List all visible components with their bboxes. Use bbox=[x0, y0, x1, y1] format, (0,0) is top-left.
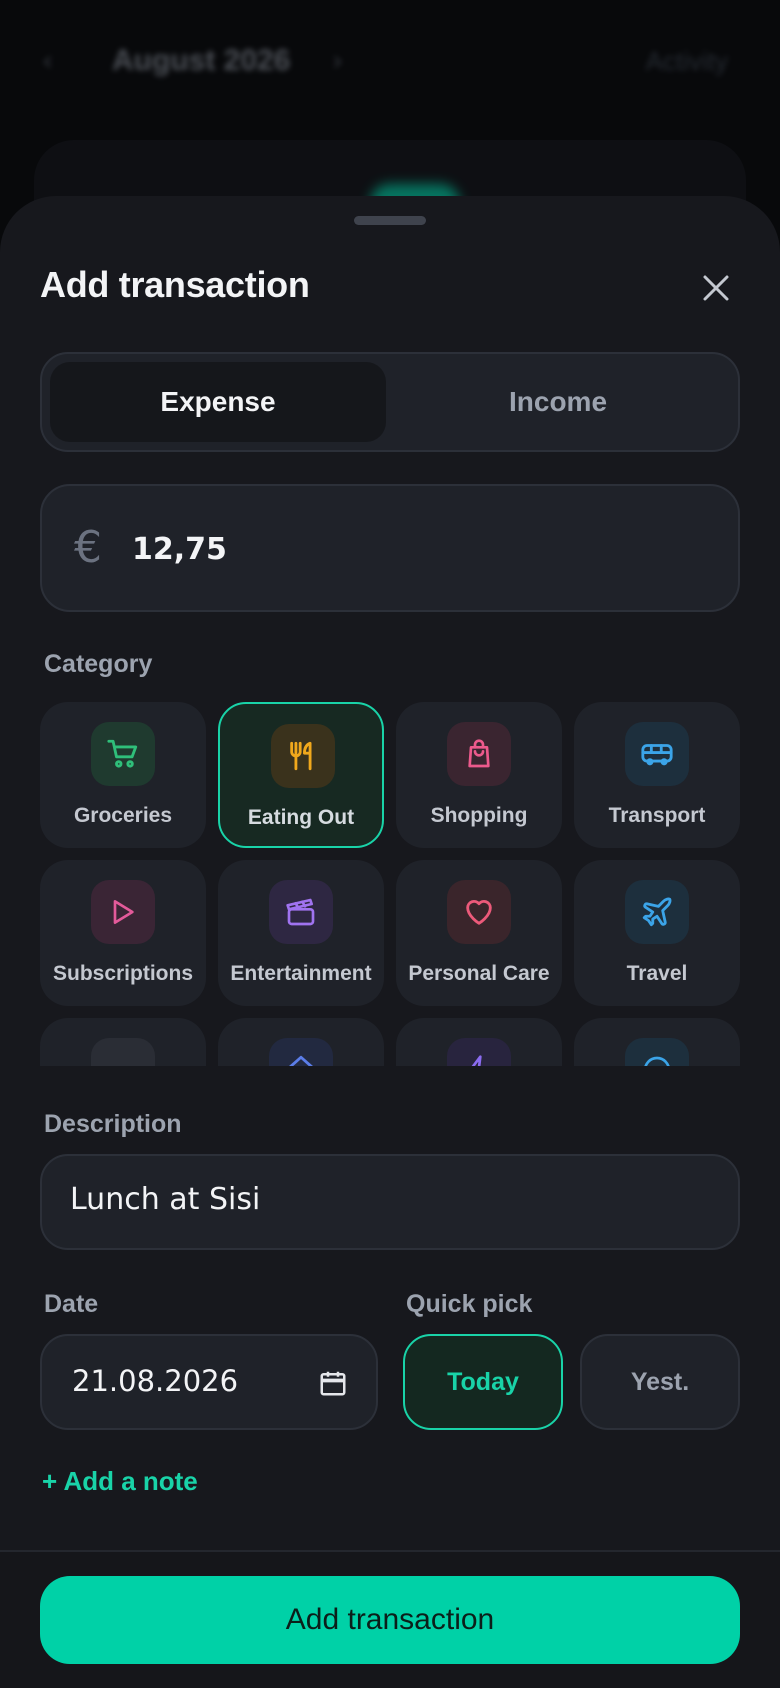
category-subscriptions[interactable]: Subscriptions bbox=[40, 860, 206, 1006]
next-month-icon: › bbox=[332, 44, 344, 77]
expense-tab[interactable]: Expense bbox=[50, 362, 386, 442]
category-travel[interactable]: Travel bbox=[574, 860, 740, 1006]
quick-pick-today-button[interactable]: Today bbox=[403, 1334, 563, 1430]
cart-icon bbox=[91, 722, 155, 786]
category-label: Category bbox=[44, 650, 153, 678]
add-note-link[interactable]: + Add a note bbox=[42, 1466, 198, 1497]
calendar-icon[interactable] bbox=[318, 1368, 348, 1398]
close-icon bbox=[703, 275, 729, 301]
background-header: ‹ August 2026 › Activity bbox=[0, 0, 780, 130]
currency-symbol: € bbox=[74, 522, 102, 573]
category-more-4[interactable] bbox=[574, 1018, 740, 1066]
income-tab[interactable]: Income bbox=[390, 362, 726, 442]
quick-pick-label: Quick pick bbox=[406, 1290, 533, 1318]
play-icon bbox=[91, 880, 155, 944]
category-label-text: Subscriptions bbox=[52, 962, 194, 985]
category-transport[interactable]: Transport bbox=[574, 702, 740, 848]
heart-icon bbox=[447, 880, 511, 944]
category-label-text: Transport bbox=[608, 804, 706, 827]
bus-icon bbox=[625, 722, 689, 786]
quick-pick-yesterday-button[interactable]: Yest. bbox=[580, 1334, 740, 1430]
category-icon bbox=[91, 1038, 155, 1066]
bolt-icon bbox=[447, 1038, 511, 1066]
category-grid[interactable]: Groceries Eating Out Shopping Transport bbox=[40, 702, 740, 1066]
date-field[interactable] bbox=[40, 1334, 378, 1430]
transaction-type-toggle: Expense Income bbox=[40, 352, 740, 452]
sheet-title: Add transaction bbox=[40, 264, 310, 305]
category-eating-out[interactable]: Eating Out bbox=[218, 702, 384, 848]
category-more-1[interactable] bbox=[40, 1018, 206, 1066]
shopping-bag-icon bbox=[447, 722, 511, 786]
amount-field[interactable]: € bbox=[40, 484, 740, 612]
close-button[interactable] bbox=[694, 266, 738, 310]
background-activity-link: Activity bbox=[645, 46, 728, 76]
category-personal-care[interactable]: Personal Care bbox=[396, 860, 562, 1006]
date-input[interactable] bbox=[72, 1364, 292, 1398]
date-label: Date bbox=[44, 1290, 99, 1318]
category-more-2[interactable] bbox=[218, 1018, 384, 1066]
clapperboard-icon bbox=[269, 880, 333, 944]
description-input[interactable] bbox=[70, 1182, 710, 1217]
sheet-drag-handle[interactable] bbox=[354, 216, 426, 225]
category-more-3[interactable] bbox=[396, 1018, 562, 1066]
category-groceries[interactable]: Groceries bbox=[40, 702, 206, 848]
plane-icon bbox=[625, 880, 689, 944]
category-label-text: Personal Care bbox=[408, 962, 550, 985]
description-field[interactable] bbox=[40, 1154, 740, 1250]
category-label-text: Eating Out bbox=[247, 806, 355, 829]
category-shopping[interactable]: Shopping bbox=[396, 702, 562, 848]
category-entertainment[interactable]: Entertainment bbox=[218, 860, 384, 1006]
prev-month-icon: ‹ bbox=[42, 44, 54, 77]
category-label-text: Shopping bbox=[430, 804, 528, 827]
add-transaction-button[interactable]: Add transaction bbox=[40, 1576, 740, 1664]
amount-input[interactable] bbox=[132, 532, 692, 567]
description-label: Description bbox=[44, 1110, 182, 1138]
background-month-title: August 2026 bbox=[112, 44, 291, 77]
utensils-icon bbox=[271, 724, 335, 788]
circle-icon bbox=[625, 1038, 689, 1066]
category-label-text: Groceries bbox=[73, 804, 173, 827]
category-label-text: Travel bbox=[626, 962, 688, 985]
category-label-text: Entertainment bbox=[230, 962, 372, 985]
add-transaction-sheet: Add transaction Expense Income € Categor… bbox=[0, 196, 780, 1688]
home-icon bbox=[269, 1038, 333, 1066]
